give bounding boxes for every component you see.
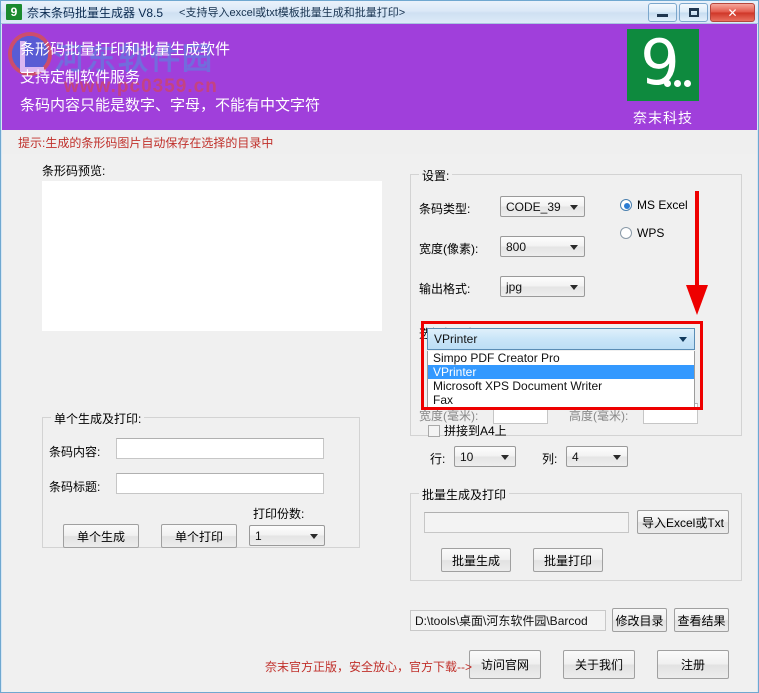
printer-combobox[interactable]: VPrinter — [427, 328, 695, 350]
printer-option-1[interactable]: VPrinter — [428, 365, 694, 379]
output-format-label: 输出格式: — [419, 282, 471, 296]
batch-print-button[interactable]: 批量打印 — [533, 548, 603, 572]
engine-option-label-1: WPS — [637, 226, 665, 240]
printer-dropdown-list[interactable]: Simpo PDF Creator Pro VPrinter Microsoft… — [427, 351, 695, 408]
app-icon: 9 — [6, 4, 22, 20]
company-name: 奈末科技 — [633, 110, 693, 126]
radio-unselected-icon — [620, 227, 632, 239]
output-format-combobox[interactable]: jpg — [500, 276, 585, 297]
printer-option-3[interactable]: Fax — [428, 393, 694, 407]
merge-a4-checkbox[interactable]: 拼接到A4上 — [428, 422, 507, 439]
checkbox-unchecked-icon — [428, 424, 440, 437]
width-px-combobox[interactable]: 800 — [500, 236, 585, 257]
chevron-down-icon — [613, 455, 621, 460]
application-window: 9 奈末条码批量生成器 V8.5 <支持导入excel或txt模板批量生成和批量… — [0, 0, 759, 693]
tip-bar: 提示:生成的条形码图片自动保存在选择的目录中 — [2, 130, 757, 154]
barcode-title-input[interactable] — [116, 473, 324, 494]
preview-label: 条形码预览: — [42, 164, 106, 178]
barcode-content-input[interactable] — [116, 438, 324, 459]
chevron-down-icon — [679, 337, 687, 342]
copies-label: 打印份数: — [253, 507, 305, 521]
chevron-down-icon — [501, 455, 509, 460]
barcode-content-label: 条码内容: — [49, 445, 101, 459]
copies-value: 1 — [255, 528, 262, 543]
merge-a4-label: 拼接到A4上 — [444, 424, 507, 438]
main-content: 条形码预览: 单个生成及打印: 条码内容: 条码标题: 打印份数: 单个生成 单… — [2, 154, 757, 692]
height-mm-label: 高度(毫米): — [569, 409, 629, 423]
chevron-down-icon — [570, 285, 578, 290]
change-dir-button[interactable]: 修改目录 — [612, 608, 667, 632]
single-generate-button[interactable]: 单个生成 — [63, 524, 139, 548]
width-px-value: 800 — [506, 239, 527, 254]
import-excel-txt-button[interactable]: 导入Excel或Txt — [637, 510, 729, 534]
red-arrow-annotation — [686, 191, 708, 315]
minimize-icon — [657, 14, 668, 17]
cols-combobox[interactable]: 4 — [566, 446, 628, 467]
output-dir-input[interactable]: D:\tools\桌面\河东软件园\Barcod — [410, 610, 606, 631]
title-bar: 9 奈末条码批量生成器 V8.5 <支持导入excel或txt模板批量生成和批量… — [1, 1, 758, 24]
window-subtitle: <支持导入excel或txt模板批量生成和批量打印> — [179, 7, 406, 19]
maximize-button[interactable] — [679, 3, 708, 22]
copies-combobox[interactable]: 1 — [249, 525, 325, 546]
engine-radio-wps[interactable]: WPS — [620, 226, 664, 240]
batch-title: 批量生成及打印 — [419, 486, 510, 503]
maximize-icon — [688, 8, 699, 17]
single-generate-title: 单个生成及打印: — [51, 410, 145, 427]
company-logo: 9 — [627, 29, 699, 101]
printer-option-2[interactable]: Microsoft XPS Document Writer — [428, 379, 694, 393]
close-button[interactable]: ✕ — [710, 3, 755, 22]
engine-radio-ms-excel[interactable]: MS Excel — [620, 198, 688, 212]
rows-value: 10 — [460, 449, 474, 464]
chevron-down-icon — [570, 205, 578, 210]
rows-combobox[interactable]: 10 — [454, 446, 516, 467]
barcode-type-value: CODE_39 — [506, 199, 561, 214]
barcode-title-label: 条码标题: — [49, 480, 101, 494]
barcode-type-combobox[interactable]: CODE_39 — [500, 196, 585, 217]
cols-label: 列: — [542, 452, 558, 466]
banner-text-block: 条形码批量打印和批量生成软件 支持定制软件服务 条码内容只能是数字、字母，不能有… — [20, 36, 320, 120]
promo-text: 奈末官方正版，安全放心，官方下载--> — [265, 660, 473, 674]
banner-line-2: 支持定制软件服务 — [20, 69, 141, 86]
rows-label: 行: — [430, 452, 446, 466]
minimize-button[interactable] — [648, 3, 677, 22]
output-format-value: jpg — [506, 279, 523, 294]
single-generate-group: 单个生成及打印: 条码内容: 条码标题: 打印份数: 单个生成 单个打印 1 — [42, 410, 360, 548]
barcode-preview-area — [42, 181, 382, 331]
printer-selected-value: VPrinter — [434, 332, 478, 346]
width-px-label: 宽度(像素): — [419, 242, 479, 256]
banner-line-1: 条形码批量打印和批量生成软件 — [20, 41, 231, 58]
about-us-button[interactable]: 关于我们 — [563, 650, 635, 679]
single-print-button[interactable]: 单个打印 — [161, 524, 237, 548]
settings-title: 设置: — [419, 167, 453, 184]
engine-option-label-0: MS Excel — [637, 198, 688, 212]
chevron-down-icon — [310, 534, 318, 539]
batch-group: 批量生成及打印 导入Excel或Txt 批量生成 批量打印 — [410, 486, 742, 581]
window-controls: ✕ — [648, 3, 755, 22]
batch-file-input[interactable] — [424, 512, 629, 533]
window-title: 奈末条码批量生成器 V8.5 — [27, 5, 164, 20]
view-result-button[interactable]: 查看结果 — [674, 608, 729, 632]
tip-text: 提示:生成的条形码图片自动保存在选择的目录中 — [18, 135, 274, 150]
cols-value: 4 — [572, 449, 579, 464]
chevron-down-icon — [570, 245, 578, 250]
printer-option-0[interactable]: Simpo PDF Creator Pro — [428, 351, 694, 365]
barcode-type-label: 条码类型: — [419, 202, 471, 216]
promo-banner: 河东软件园 www.pc0359.cn 条形码批量打印和批量生成软件 支持定制软… — [2, 24, 757, 130]
batch-generate-button[interactable]: 批量生成 — [441, 548, 511, 572]
radio-selected-icon — [620, 199, 632, 211]
register-button[interactable]: 注册 — [657, 650, 729, 679]
visit-website-button[interactable]: 访问官网 — [469, 650, 541, 679]
banner-line-3: 条码内容只能是数字、字母，不能有中文字符 — [20, 97, 321, 114]
logo-dots-icon — [664, 80, 691, 87]
